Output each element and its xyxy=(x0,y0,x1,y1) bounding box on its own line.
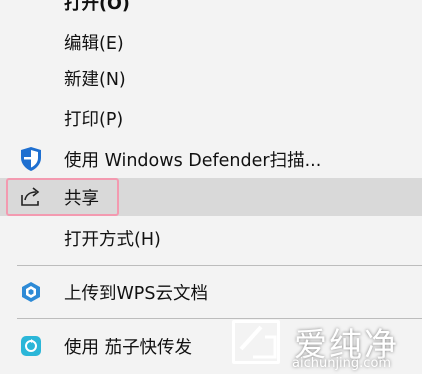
menu-item-new[interactable]: 新建(N) xyxy=(0,58,422,98)
menu-item-defender-scan[interactable]: 使用 Windows Defender扫描... xyxy=(0,139,422,179)
menu-item-upload-wps[interactable]: 上传到WPS云文档 xyxy=(0,272,422,312)
menu-item-label: 新建(N) xyxy=(64,69,126,90)
menu-item-label: 使用 Windows Defender扫描... xyxy=(64,150,322,171)
menu-item-print[interactable]: 打印(P) xyxy=(0,98,422,138)
menu-item-open[interactable]: 打开(O) xyxy=(0,0,422,22)
transfer-icon xyxy=(17,332,45,360)
watermark: 爱纯净 aichunjing.com xyxy=(222,316,422,374)
menu-item-label: 编辑(E) xyxy=(64,33,124,54)
watermark-logo xyxy=(232,320,280,364)
share-highlight-box xyxy=(6,178,119,216)
cube-icon xyxy=(17,278,45,306)
menu-item-label: 使用 茄子快传发 xyxy=(64,337,193,358)
watermark-url: aichunjing.com xyxy=(292,356,392,371)
shield-icon xyxy=(17,145,45,173)
menu-item-open-with[interactable]: 打开方式(H) xyxy=(0,218,422,258)
menu-item-label: 打印(P) xyxy=(64,109,124,130)
menu-separator xyxy=(17,265,422,266)
menu-item-edit[interactable]: 编辑(E) xyxy=(0,22,422,62)
menu-item-label: 打开(O) xyxy=(64,0,130,14)
menu-item-label: 打开方式(H) xyxy=(64,229,161,250)
menu-item-label: 上传到WPS云文档 xyxy=(64,283,208,304)
